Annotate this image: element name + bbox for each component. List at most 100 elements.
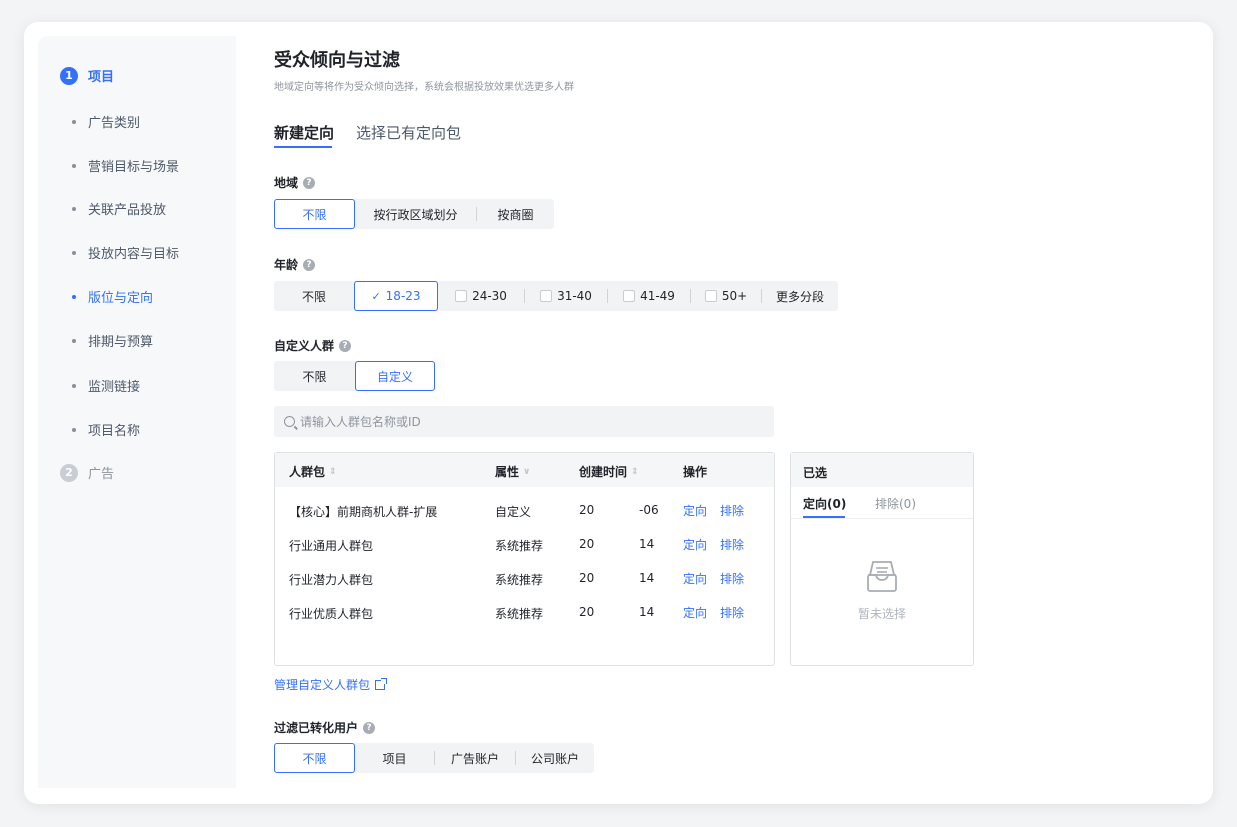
external-link-icon bbox=[375, 677, 388, 690]
row-date-end: 14 bbox=[639, 571, 655, 585]
sort-icon: ⇕ bbox=[329, 466, 337, 477]
sidebar-item-linked-product[interactable]: 关联产品投放 bbox=[72, 199, 166, 218]
filter-converted-label: 过滤已转化用户? bbox=[274, 719, 376, 736]
option-label: 50+ bbox=[721, 289, 748, 303]
age-option-unlimited[interactable]: 不限 bbox=[274, 281, 354, 311]
chevron-down-icon: ∨ bbox=[523, 466, 531, 477]
checkbox-icon bbox=[623, 290, 636, 302]
sidebar-item-monitor-link[interactable]: 监测链接 bbox=[72, 376, 140, 395]
sidebar-item-label: 项目名称 bbox=[88, 424, 141, 439]
section-label-text: 年龄 bbox=[274, 258, 299, 272]
target-button[interactable]: 定向 bbox=[683, 604, 707, 621]
link-text: 管理自定义人群包 bbox=[274, 678, 371, 692]
sidebar-item-marketing-goal[interactable]: 营销目标与场景 bbox=[72, 156, 179, 175]
row-attribute: 系统推荐 bbox=[495, 607, 544, 621]
sidebar-step-project[interactable]: 1 项目 bbox=[60, 66, 114, 85]
option-label: 41-49 bbox=[640, 289, 675, 303]
table-header: 人群包 ⇕ 属性 ∨ 创建时间 ⇕ 操作 bbox=[275, 453, 774, 487]
option-label: 18-23 bbox=[385, 289, 421, 303]
age-selector: 不限 ✓ 18-23 24-30 31-40 41-49 50+ 更多分段 bbox=[274, 281, 838, 311]
sidebar-item-placement-targeting[interactable]: 版位与定向 bbox=[72, 287, 153, 306]
help-icon[interactable]: ? bbox=[339, 339, 352, 352]
option-label: 24-30 bbox=[472, 289, 507, 303]
redaction-blur bbox=[595, 499, 639, 625]
column-header-attribute[interactable]: 属性 ∨ bbox=[495, 463, 530, 480]
row-date-end: 14 bbox=[639, 605, 655, 619]
sidebar-item-schedule-budget[interactable]: 排期与预算 bbox=[72, 331, 153, 350]
age-option-50-plus[interactable]: 50+ bbox=[691, 281, 761, 311]
target-button[interactable]: 定向 bbox=[683, 536, 707, 553]
row-date-start: 20 bbox=[579, 571, 595, 585]
window-frame: 1 项目 广告类别 营销目标与场景 关联产品投放 投放内容与目标 版位与定向 排… bbox=[24, 22, 1213, 804]
active-tab-indicator bbox=[274, 146, 332, 148]
row-name: 行业潜力人群包 bbox=[289, 573, 374, 587]
target-button[interactable]: 定向 bbox=[683, 570, 707, 587]
sidebar-item-label: 版位与定向 bbox=[88, 291, 154, 306]
help-icon[interactable]: ? bbox=[363, 721, 376, 734]
column-header-actions: 操作 bbox=[683, 465, 708, 479]
row-attribute: 系统推荐 bbox=[495, 539, 544, 553]
region-option-business-district[interactable]: 按商圈 bbox=[477, 199, 554, 229]
age-option-41-49[interactable]: 41-49 bbox=[608, 281, 690, 311]
option-label: 31-40 bbox=[557, 289, 592, 303]
sidebar-item-project-name[interactable]: 项目名称 bbox=[72, 420, 140, 439]
custom-option-unlimited[interactable]: 不限 bbox=[274, 361, 355, 391]
exclude-button[interactable]: 排除 bbox=[720, 570, 744, 587]
search-placeholder: 请输入人群包名称或ID bbox=[300, 415, 421, 429]
row-name: 行业通用人群包 bbox=[289, 539, 374, 553]
column-label: 人群包 bbox=[289, 465, 326, 479]
sidebar-item-label: 关联产品投放 bbox=[88, 203, 167, 218]
age-option-more-segments[interactable]: 更多分段 bbox=[762, 281, 838, 311]
column-label: 属性 bbox=[495, 465, 520, 479]
region-option-unlimited[interactable]: 不限 bbox=[274, 199, 355, 229]
step-number-badge: 2 bbox=[60, 463, 78, 482]
age-option-31-40[interactable]: 31-40 bbox=[525, 281, 607, 311]
exclude-button[interactable]: 排除 bbox=[720, 604, 744, 621]
age-option-24-30[interactable]: 24-30 bbox=[438, 281, 524, 311]
sidebar-step-ad[interactable]: 2 广告 bbox=[60, 463, 114, 482]
bullet-dot bbox=[72, 294, 76, 299]
help-icon[interactable]: ? bbox=[303, 176, 316, 189]
sidebar-item-content-goal[interactable]: 投放内容与目标 bbox=[72, 243, 179, 262]
audience-search-input[interactable]: 请输入人群包名称或ID bbox=[274, 406, 774, 437]
filter-option-project[interactable]: 项目 bbox=[355, 743, 434, 773]
tab-existing-package[interactable]: 选择已有定向包 bbox=[356, 122, 461, 143]
content-area: 1 项目 广告类别 营销目标与场景 关联产品投放 投放内容与目标 版位与定向 排… bbox=[38, 36, 1199, 788]
exclude-button[interactable]: 排除 bbox=[720, 536, 744, 553]
sort-icon: ⇕ bbox=[631, 466, 639, 477]
custom-audience-selector: 不限 自定义 bbox=[274, 361, 435, 391]
target-button[interactable]: 定向 bbox=[683, 502, 707, 519]
manage-custom-audience-link[interactable]: 管理自定义人群包 bbox=[274, 676, 388, 693]
selected-panel: 已选 定向(0) 排除(0) 暂未选择 bbox=[790, 452, 974, 666]
region-option-admin[interactable]: 按行政区域划分 bbox=[355, 199, 476, 229]
bullet-dot bbox=[72, 250, 76, 255]
row-attribute: 系统推荐 bbox=[495, 573, 544, 587]
filter-option-unlimited[interactable]: 不限 bbox=[274, 743, 355, 773]
sidebar-item-label: 排期与预算 bbox=[88, 335, 154, 350]
row-date-end: 14 bbox=[639, 537, 655, 551]
region-selector: 不限 按行政区域划分 按商圈 bbox=[274, 199, 554, 229]
tab-selected-target[interactable]: 定向(0) bbox=[803, 495, 846, 512]
column-header-created-time[interactable]: 创建时间 ⇕ bbox=[579, 463, 639, 480]
column-header-package[interactable]: 人群包 ⇕ bbox=[289, 463, 337, 480]
tab-selected-exclude[interactable]: 排除(0) bbox=[875, 495, 916, 512]
custom-option-custom[interactable]: 自定义 bbox=[355, 361, 435, 391]
filter-option-ad-account[interactable]: 广告账户 bbox=[435, 743, 515, 773]
bullet-dot bbox=[72, 427, 76, 432]
row-date-end: -06 bbox=[639, 503, 659, 517]
age-option-18-23[interactable]: ✓ 18-23 bbox=[354, 281, 438, 311]
filter-option-company-account[interactable]: 公司账户 bbox=[516, 743, 594, 773]
help-icon[interactable]: ? bbox=[303, 258, 316, 271]
divider bbox=[791, 518, 973, 519]
sidebar-item-label: 营销目标与场景 bbox=[88, 160, 180, 175]
sidebar-item-ad-category[interactable]: 广告类别 bbox=[72, 112, 140, 131]
step-label: 项目 bbox=[88, 70, 115, 85]
age-label: 年龄? bbox=[274, 256, 316, 273]
selected-panel-title: 已选 bbox=[791, 453, 973, 487]
row-date-start: 20 bbox=[579, 605, 595, 619]
section-label-text: 自定义人群 bbox=[274, 339, 335, 353]
exclude-button[interactable]: 排除 bbox=[720, 502, 744, 519]
sidebar-item-label: 广告类别 bbox=[88, 116, 141, 131]
filter-converted-selector: 不限 项目 广告账户 公司账户 bbox=[274, 743, 594, 773]
tab-new-targeting[interactable]: 新建定向 bbox=[274, 122, 334, 143]
